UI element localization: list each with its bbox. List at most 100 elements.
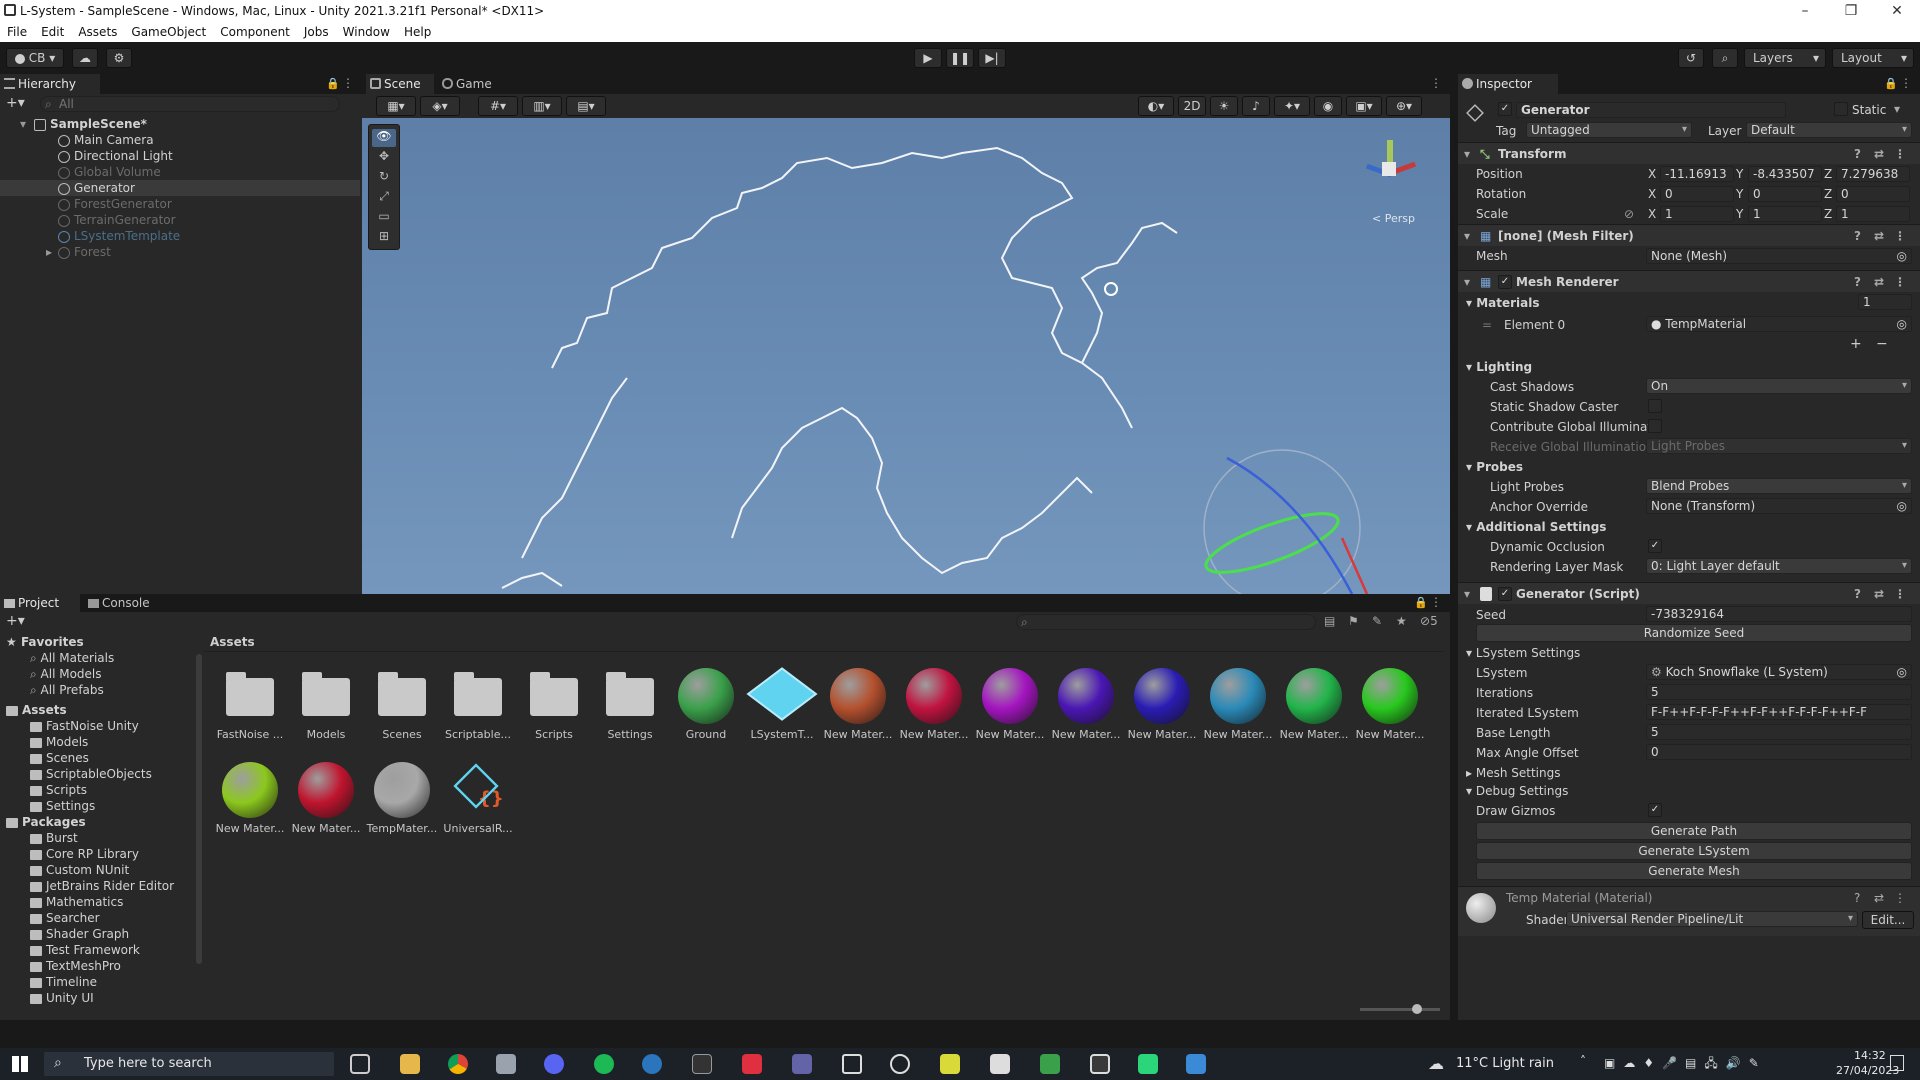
unity-hub-icon[interactable] <box>842 1054 862 1074</box>
taskbar-search-box[interactable]: ⌕ Type here to search <box>44 1052 334 1076</box>
hierarchy-item[interactable]: ▸ Forest <box>0 244 360 260</box>
static-dropdown-icon[interactable]: ▾ <box>1894 102 1900 116</box>
filter-type-icon[interactable]: ▤ <box>1324 614 1335 628</box>
favorite-search-item[interactable]: ⌕ All Models <box>0 666 196 682</box>
transform-scale-z-field[interactable]: 1 <box>1836 206 1910 222</box>
iterations-field[interactable]: 5 <box>1646 684 1912 700</box>
project-folder-item[interactable]: JetBrains Rider Editor <box>0 878 196 894</box>
teams-icon[interactable] <box>792 1054 812 1074</box>
tab-game[interactable]: Game <box>438 74 508 94</box>
panel-menu-icon[interactable]: ⋮ <box>342 76 354 90</box>
preset-icon[interactable]: ⇄ <box>1874 271 1884 293</box>
element0-field[interactable]: ● TempMaterial ◎ <box>1646 316 1912 332</box>
mesh-settings-foldout[interactable]: ▸ Mesh Settings <box>1466 766 1560 780</box>
light-probes-dropdown[interactable]: Blend Probes <box>1646 478 1912 494</box>
dynamic-occlusion-checkbox[interactable]: ✓ <box>1648 539 1662 553</box>
grid-snap-dropdown[interactable]: #▾ <box>478 96 518 116</box>
project-folder-item[interactable]: Shader Graph <box>0 926 196 942</box>
breadcrumb-assets[interactable]: Assets <box>210 635 255 649</box>
effects-toggle[interactable]: ✦▾ <box>1274 96 1310 116</box>
app-x-icon[interactable] <box>990 1054 1010 1074</box>
component-menu-icon[interactable]: ⋮ <box>1894 271 1906 293</box>
asset-item[interactable]: New Mater... <box>1278 668 1350 750</box>
help-icon[interactable]: ? <box>1854 271 1861 293</box>
hierarchy-item[interactable]: ForestGenerator <box>0 196 360 212</box>
project-folder-item[interactable]: Settings <box>0 798 196 814</box>
asset-item[interactable]: Models <box>290 668 362 750</box>
foldout-icon[interactable]: ▾ <box>1464 583 1470 605</box>
layer-dropdown[interactable]: Default <box>1746 122 1912 138</box>
static-shadow-checkbox[interactable] <box>1648 399 1662 413</box>
max-angle-field[interactable]: 0 <box>1646 744 1912 760</box>
task-view-icon[interactable] <box>350 1054 370 1074</box>
transform-scale-y-field[interactable]: 1 <box>1748 206 1822 222</box>
hierarchy-item[interactable]: ▾ SampleScene* <box>0 116 360 132</box>
menu-edit[interactable]: Edit <box>34 25 71 39</box>
iterated-lsystem-field[interactable]: F-F++F-F-F-F++F-F++F-F-F-F++F-F <box>1646 704 1912 720</box>
transform-position-z-field[interactable]: 7.279638 <box>1836 166 1910 182</box>
asset-item[interactable]: New Mater... <box>290 762 362 844</box>
project-folder-item[interactable]: Test Framework <box>0 942 196 958</box>
lighting-foldout[interactable]: ▾ Lighting <box>1466 360 1532 374</box>
tab-project[interactable]: Project <box>0 594 80 612</box>
axis-label-x[interactable]: X <box>1648 187 1656 201</box>
account-button[interactable]: CB ▾ <box>6 48 64 68</box>
generate-path-button[interactable]: Generate Path <box>1476 822 1912 840</box>
add-element-button[interactable]: + <box>1850 336 1862 352</box>
transform-rotation-y-field[interactable]: 0 <box>1748 186 1822 202</box>
layout-dropdown[interactable]: Layout ▾ <box>1832 48 1914 68</box>
preset-icon[interactable]: ⇄ <box>1874 583 1884 605</box>
axis-label-y[interactable]: Y <box>1736 207 1743 221</box>
hierarchy-item[interactable]: TerrainGenerator <box>0 212 360 228</box>
transform-tool-button[interactable]: ⊞ <box>372 229 396 247</box>
project-folder-item[interactable]: Timeline <box>0 974 196 990</box>
discord-icon[interactable] <box>544 1054 564 1074</box>
axis-label-z[interactable]: Z <box>1824 187 1832 201</box>
lock-icon[interactable]: 🔒 <box>1884 77 1898 90</box>
menu-jobs[interactable]: Jobs <box>297 25 336 39</box>
step-button[interactable]: ▶| <box>978 48 1006 68</box>
app-layers-icon[interactable] <box>1040 1054 1060 1074</box>
chrome-icon[interactable] <box>448 1054 468 1074</box>
file-explorer-icon[interactable] <box>400 1054 420 1074</box>
axis-label-x[interactable]: X <box>1648 207 1656 221</box>
favorite-star-icon[interactable]: ★ <box>1396 614 1407 628</box>
menu-file[interactable]: File <box>0 25 34 39</box>
favorite-search-item[interactable]: ⌕ All Prefabs <box>0 682 196 698</box>
view-tool-button[interactable]: 👁 <box>372 129 396 147</box>
mail-icon[interactable] <box>496 1054 516 1074</box>
menu-assets[interactable]: Assets <box>71 25 124 39</box>
project-folder-item[interactable]: Assets <box>0 702 196 718</box>
project-search-input[interactable]: ⌕ <box>1016 614 1316 630</box>
draw-mode-dropdown[interactable]: ▦▾ <box>376 96 416 116</box>
clock-time[interactable]: 14:32 <box>1854 1049 1886 1062</box>
hierarchy-item[interactable]: Global Volume <box>0 164 360 180</box>
lsystem-field[interactable]: ⚙ Koch Snowflake (L System) ◎ <box>1646 664 1912 680</box>
camera-dropdown[interactable]: ▣▾ <box>1346 96 1382 116</box>
contribute-gi-checkbox[interactable] <box>1648 419 1662 433</box>
hierarchy-item[interactable]: Generator <box>0 180 360 196</box>
draw-gizmos-checkbox[interactable]: ✓ <box>1648 803 1662 817</box>
menu-gameobject[interactable]: GameObject <box>124 25 213 39</box>
project-folder-item[interactable]: Mathematics <box>0 894 196 910</box>
menu-window[interactable]: Window <box>336 25 397 39</box>
asset-item[interactable]: New Mater... <box>898 668 970 750</box>
foldout-icon[interactable]: ▾ <box>1464 143 1470 165</box>
tab-inspector[interactable]: Inspector <box>1458 74 1558 94</box>
asset-item[interactable]: {} UniversalR... <box>442 762 514 844</box>
collab-button[interactable]: ⚙ <box>106 48 132 68</box>
render-mode-dropdown[interactable]: ◈▾ <box>420 96 460 116</box>
cast-shadows-dropdown[interactable]: On <box>1646 378 1912 394</box>
filter-tag-icon[interactable]: ✎ <box>1372 614 1382 628</box>
asset-item[interactable]: Scenes <box>366 668 438 750</box>
maximize-button[interactable]: ❐ <box>1828 0 1874 22</box>
gizmo-dropdown[interactable]: ▤▾ <box>566 96 606 116</box>
anchor-field[interactable]: None (Transform) ◎ <box>1646 498 1912 514</box>
axis-label-x[interactable]: X <box>1648 167 1656 181</box>
close-button[interactable]: ✕ <box>1874 0 1920 22</box>
asset-item[interactable]: New Mater... <box>974 668 1046 750</box>
help-icon[interactable]: ? <box>1854 583 1861 605</box>
minimize-button[interactable]: – <box>1782 0 1828 22</box>
project-folder-item[interactable]: Burst <box>0 830 196 846</box>
asset-item[interactable]: New Mater... <box>1126 668 1198 750</box>
